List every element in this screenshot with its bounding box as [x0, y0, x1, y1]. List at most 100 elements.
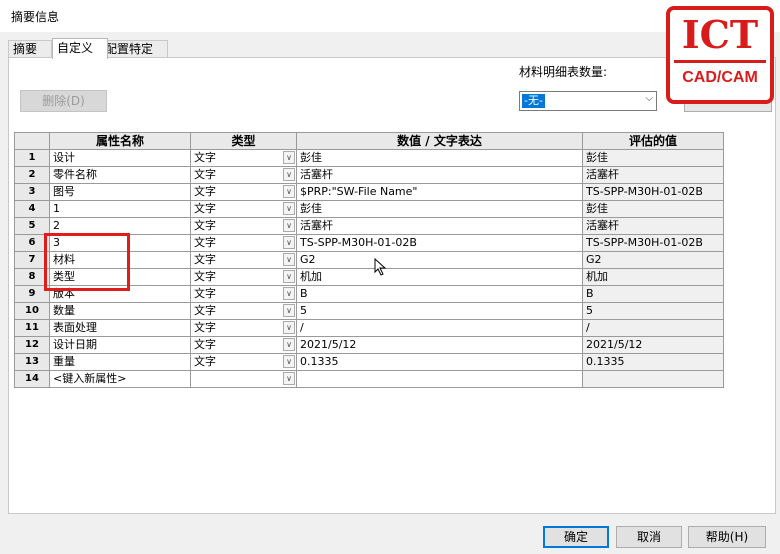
type-value: 文字: [194, 236, 216, 249]
value-expression-cell[interactable]: 活塞杆: [296, 217, 583, 235]
bom-quantity-select[interactable]: -无- ⌵: [519, 91, 657, 111]
property-name-cell[interactable]: 数量: [49, 302, 191, 320]
row-number: 1: [14, 149, 50, 167]
bom-quantity-value: -无-: [522, 94, 545, 108]
type-value: 文字: [194, 355, 216, 368]
type-cell[interactable]: 文字 ∨: [190, 251, 297, 269]
table-row: 5 2 文字 ∨ 活塞杆 活塞杆: [14, 217, 724, 235]
evaluated-value-cell: 彭佳: [582, 200, 724, 218]
type-value: 文字: [194, 321, 216, 334]
header-type[interactable]: 类型: [190, 132, 297, 150]
dialog-client: 摘要 自定义 配置特定 删除(D) 材料明细表数量: -无- ⌵ 属性名称 类型…: [0, 32, 780, 554]
value-expression-cell[interactable]: TS-SPP-M30H-01-02B: [296, 234, 583, 252]
type-cell[interactable]: 文字 ∨: [190, 319, 297, 337]
chevron-down-icon[interactable]: ∨: [283, 151, 295, 164]
value-expression-cell[interactable]: B: [296, 285, 583, 303]
type-cell[interactable]: ∨: [190, 370, 297, 388]
property-name-cell[interactable]: 表面处理: [49, 319, 191, 337]
value-expression-cell[interactable]: 彭佳: [296, 149, 583, 167]
value-expression-cell[interactable]: 活塞杆: [296, 166, 583, 184]
property-name-cell[interactable]: 1: [49, 200, 191, 218]
chevron-down-icon[interactable]: ∨: [283, 185, 295, 198]
header-value-expression[interactable]: 数值 / 文字表达: [296, 132, 583, 150]
header-evaluated-value[interactable]: 评估的值: [582, 132, 724, 150]
property-name-cell[interactable]: 零件名称: [49, 166, 191, 184]
type-value: 文字: [194, 151, 216, 164]
table-row: 11 表面处理 文字 ∨ / /: [14, 319, 724, 337]
table-row: 8 类型 文字 ∨ 机加 机加: [14, 268, 724, 286]
chevron-down-icon[interactable]: ∨: [283, 338, 295, 351]
evaluated-value-cell: TS-SPP-M30H-01-02B: [582, 183, 724, 201]
evaluated-value-cell: 0.1335: [582, 353, 724, 371]
chevron-down-icon[interactable]: ∨: [283, 219, 295, 232]
type-cell[interactable]: 文字 ∨: [190, 149, 297, 167]
property-name-cell[interactable]: <键入新属性>: [49, 370, 191, 388]
property-name-cell[interactable]: 2: [49, 217, 191, 235]
table-row: 14 <键入新属性> ∨: [14, 370, 724, 388]
value-expression-cell[interactable]: 5: [296, 302, 583, 320]
row-number: 12: [14, 336, 50, 354]
type-value: 文字: [194, 304, 216, 317]
tab-custom[interactable]: 自定义: [52, 38, 108, 59]
chevron-down-icon[interactable]: ∨: [283, 168, 295, 181]
logo-divider: [674, 60, 766, 63]
type-cell[interactable]: 文字 ∨: [190, 285, 297, 303]
window-title: 摘要信息: [11, 10, 60, 24]
ok-button[interactable]: 确定: [543, 526, 609, 548]
chevron-down-icon[interactable]: ∨: [283, 321, 295, 334]
property-name-cell[interactable]: 类型: [49, 268, 191, 286]
row-number: 4: [14, 200, 50, 218]
value-expression-cell[interactable]: [296, 370, 583, 388]
tab-summary[interactable]: 摘要: [8, 40, 52, 58]
evaluated-value-cell: 活塞杆: [582, 217, 724, 235]
type-cell[interactable]: 文字 ∨: [190, 336, 297, 354]
value-expression-cell[interactable]: 0.1335: [296, 353, 583, 371]
tab-config-specific[interactable]: 配置特定: [100, 40, 168, 58]
type-value: 文字: [194, 253, 216, 266]
grid-body: 1 设计 文字 ∨ 彭佳 彭佳 2 零件名称 文字 ∨ 活塞杆 活塞杆 3 图号 文字 ∨ $PRP:"SW-F…: [14, 149, 724, 388]
evaluated-value-cell: 活塞杆: [582, 166, 724, 184]
chevron-down-icon[interactable]: ∨: [283, 253, 295, 266]
type-cell[interactable]: 文字 ∨: [190, 183, 297, 201]
type-value: 文字: [194, 270, 216, 283]
type-cell[interactable]: 文字 ∨: [190, 200, 297, 218]
type-value: 文字: [194, 338, 216, 351]
value-expression-cell[interactable]: 彭佳: [296, 200, 583, 218]
row-number: 5: [14, 217, 50, 235]
value-expression-cell[interactable]: G2: [296, 251, 583, 269]
row-number: 11: [14, 319, 50, 337]
value-expression-cell[interactable]: $PRP:"SW-File Name": [296, 183, 583, 201]
chevron-down-icon[interactable]: ∨: [283, 355, 295, 368]
property-name-cell[interactable]: 设计: [49, 149, 191, 167]
cancel-button[interactable]: 取消: [616, 526, 682, 548]
chevron-down-icon[interactable]: ∨: [283, 304, 295, 317]
header-property-name[interactable]: 属性名称: [49, 132, 191, 150]
chevron-down-icon[interactable]: ∨: [283, 270, 295, 283]
type-cell[interactable]: 文字 ∨: [190, 234, 297, 252]
property-name-cell[interactable]: 重量: [49, 353, 191, 371]
chevron-down-icon[interactable]: ∨: [283, 372, 295, 385]
chevron-down-icon[interactable]: ∨: [283, 287, 295, 300]
value-expression-cell[interactable]: 机加: [296, 268, 583, 286]
type-value: 文字: [194, 287, 216, 300]
table-row: 3 图号 文字 ∨ $PRP:"SW-File Name" TS-SPP-M30H-01-…: [14, 183, 724, 201]
help-button[interactable]: 帮助(H): [688, 526, 766, 548]
type-cell[interactable]: 文字 ∨: [190, 166, 297, 184]
type-value: 文字: [194, 185, 216, 198]
evaluated-value-cell: 彭佳: [582, 149, 724, 167]
property-name-cell[interactable]: 材料: [49, 251, 191, 269]
property-name-cell[interactable]: 版本: [49, 285, 191, 303]
chevron-down-icon[interactable]: ∨: [283, 236, 295, 249]
value-expression-cell[interactable]: 2021/5/12: [296, 336, 583, 354]
value-expression-cell[interactable]: /: [296, 319, 583, 337]
delete-button[interactable]: 删除(D): [20, 90, 107, 112]
type-cell[interactable]: 文字 ∨: [190, 268, 297, 286]
property-name-cell[interactable]: 图号: [49, 183, 191, 201]
type-cell[interactable]: 文字 ∨: [190, 217, 297, 235]
chevron-down-icon[interactable]: ∨: [283, 202, 295, 215]
property-name-cell[interactable]: 设计日期: [49, 336, 191, 354]
corner-cell: [14, 132, 50, 150]
type-cell[interactable]: 文字 ∨: [190, 302, 297, 320]
property-name-cell[interactable]: 3: [49, 234, 191, 252]
type-cell[interactable]: 文字 ∨: [190, 353, 297, 371]
